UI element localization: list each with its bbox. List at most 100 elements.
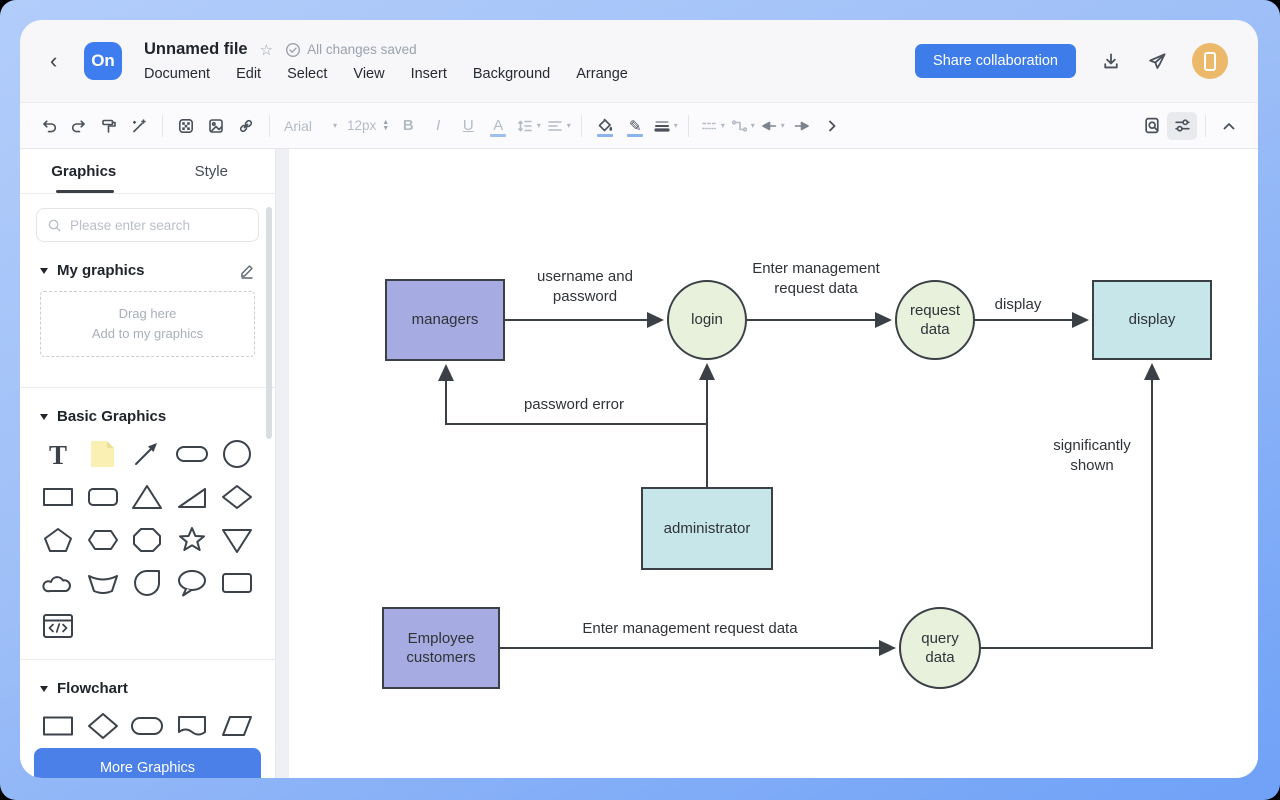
svg-text:T: T [49,440,67,469]
send-icon[interactable] [1146,50,1168,72]
menu-background[interactable]: Background [473,66,550,82]
edge-label-display[interactable]: display [988,295,1048,315]
shape-rectangle[interactable] [40,482,76,512]
edge-label-enter-management-bottom[interactable]: Enter management request data [540,619,840,639]
transparency-fill-icon[interactable] [171,112,201,140]
shape-stadium[interactable] [174,439,210,469]
line-style-button[interactable]: ▾ [697,112,727,140]
insert-image-icon[interactable] [201,112,231,140]
menu-view[interactable]: View [353,66,384,82]
bold-button[interactable]: B [393,112,423,140]
properties-panel-toggle[interactable] [1167,112,1197,140]
shape-speech-bubble[interactable] [174,568,210,598]
edit-pencil-icon[interactable] [239,263,255,279]
collapse-triangle-icon[interactable] [40,686,48,692]
collapse-triangle-icon[interactable] [40,268,48,274]
text-align-button[interactable]: ▾ [543,112,573,140]
shape-arc[interactable] [85,568,121,598]
collapse-triangle-icon[interactable] [40,414,48,420]
search-input[interactable] [70,218,248,233]
edge-label-significantly-shown[interactable]: significantly shown [1032,436,1152,477]
share-collaboration-button[interactable]: Share collaboration [915,44,1076,78]
download-icon[interactable] [1100,50,1122,72]
shape-parallelogram[interactable] [219,711,255,741]
shape-octagon[interactable] [129,525,165,555]
tab-style[interactable]: Style [148,149,276,193]
undo-button[interactable] [34,112,64,140]
link-icon[interactable] [231,112,261,140]
more-graphics-button[interactable]: More Graphics [34,748,261,778]
find-replace-icon[interactable] [1137,112,1167,140]
arrow-start-button[interactable]: ▾ [757,112,787,140]
shape-code-block[interactable] [40,611,76,641]
menu-document[interactable]: Document [144,66,210,82]
shape-pentagon[interactable] [40,525,76,555]
shape-rounded-rectangle[interactable] [85,482,121,512]
line-spacing-button[interactable]: ▾ [513,112,543,140]
flowchart-header[interactable]: Flowchart [20,680,275,697]
node-managers[interactable]: managers [385,279,505,361]
shape-card[interactable] [219,568,255,598]
italic-button[interactable]: I [423,112,453,140]
menu-select[interactable]: Select [287,66,327,82]
node-employee-customers[interactable]: Employee customers [382,607,500,689]
dropzone-line1: Drag here [119,304,177,324]
connector-type-button[interactable]: ▾ [727,112,757,140]
basic-graphics-header[interactable]: Basic Graphics [20,408,275,425]
node-request-data[interactable]: request data [895,280,975,360]
shape-arrow[interactable] [129,439,165,469]
my-graphics-dropzone[interactable]: Drag here Add to my graphics [40,291,255,357]
search-box[interactable] [36,208,259,242]
tab-active-underline [56,190,114,193]
shape-hexagon[interactable] [85,525,121,555]
node-query-data[interactable]: query data [899,607,981,689]
shape-triangle[interactable] [129,482,165,512]
shape-terminator[interactable] [129,711,165,741]
flowchart-title: Flowchart [57,680,128,697]
my-graphics-header[interactable]: My graphics [20,262,275,279]
shape-cone[interactable] [219,525,255,555]
underline-button[interactable]: U [453,112,483,140]
edge-label-enter-management-top[interactable]: Enter management request data [731,259,901,300]
font-color-button[interactable]: A [483,112,513,140]
redo-button[interactable] [64,112,94,140]
shape-cloud[interactable] [40,568,76,598]
arrow-end-button[interactable] [787,112,817,140]
line-weight-button[interactable]: ▾ [650,112,680,140]
font-size-stepper[interactable]: ▲▼ [382,120,389,132]
shape-teardrop[interactable] [129,568,165,598]
fill-color-button[interactable] [590,112,620,140]
shape-document[interactable] [174,711,210,741]
menu-insert[interactable]: Insert [411,66,447,82]
shape-process[interactable] [40,711,76,741]
document-title[interactable]: Unnamed file [144,40,248,59]
menu-edit[interactable]: Edit [236,66,261,82]
magic-wand-icon[interactable] [124,112,154,140]
format-painter-icon[interactable] [94,112,124,140]
shape-decision[interactable] [85,711,121,741]
shape-star[interactable] [174,525,210,555]
shape-sticky-note[interactable] [85,439,121,469]
tab-graphics[interactable]: Graphics [20,149,148,193]
sidebar-tabs: Graphics Style [20,149,275,194]
dropzone-line2: Add to my graphics [92,324,203,344]
favorite-star-icon[interactable]: ☆ [260,41,273,59]
shape-circle[interactable] [219,439,255,469]
menu-arrange[interactable]: Arrange [576,66,628,82]
font-family-select[interactable]: Arial ▾ [278,118,343,134]
more-tools-button[interactable] [817,112,847,140]
back-button[interactable]: ‹ [50,48,76,74]
shape-diamond[interactable] [219,482,255,512]
canvas[interactable]: managers login request data display admi… [289,149,1258,778]
edge-label-username-password[interactable]: username and password [515,267,655,308]
collapse-toolbar-button[interactable] [1214,112,1244,140]
node-display[interactable]: display [1092,280,1212,360]
font-size-select[interactable]: 12px ▲▼ [343,118,393,133]
shape-text[interactable]: T [40,439,76,469]
node-administrator[interactable]: administrator [641,487,773,570]
edge-label-password-error[interactable]: password error [504,395,644,415]
shape-right-triangle[interactable] [174,482,210,512]
sidebar-scrollbar[interactable] [266,207,272,439]
line-color-button[interactable]: ✎ [620,112,650,140]
avatar[interactable] [1192,43,1228,79]
